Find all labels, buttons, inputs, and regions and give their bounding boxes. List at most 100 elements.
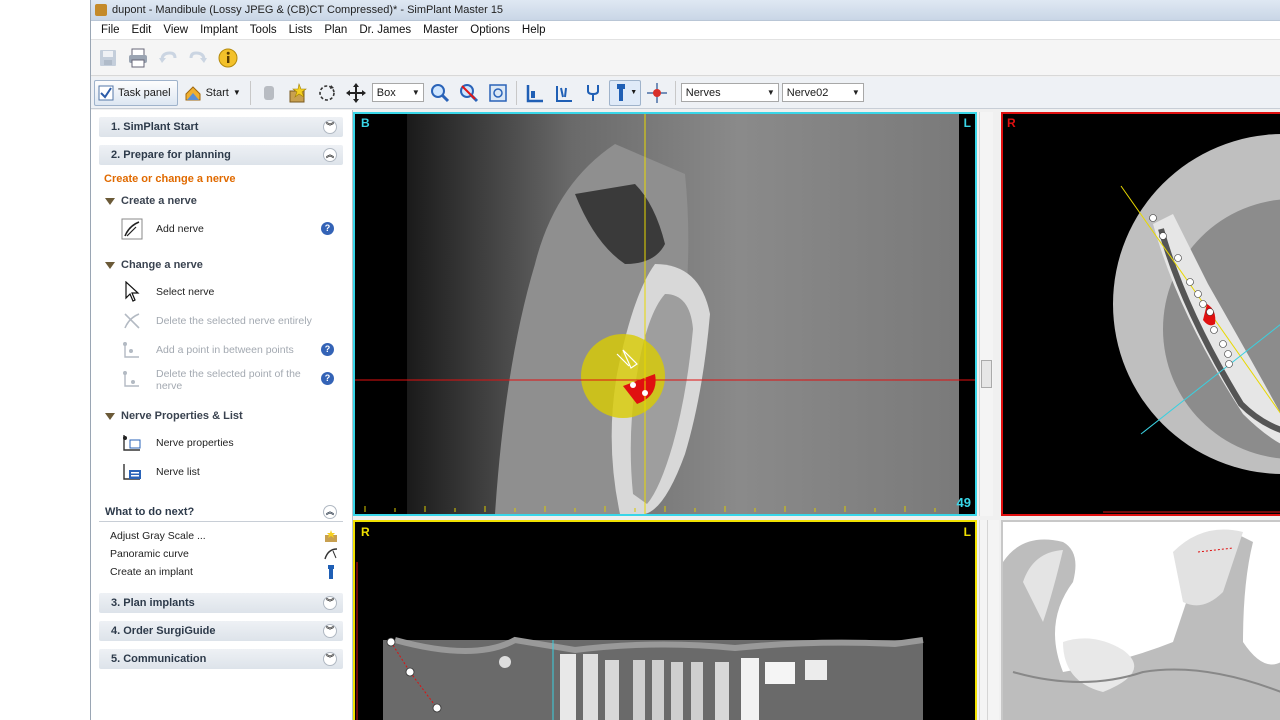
wizard-button[interactable] (285, 80, 311, 106)
cursor-arrow-icon (121, 281, 143, 303)
view-orientation-left: B (361, 116, 370, 130)
teeth-button[interactable] (551, 80, 577, 106)
axial-view[interactable]: R (1001, 112, 1280, 516)
next-item-label: Create an implant (110, 566, 193, 578)
section-title: 3. Plan implants (111, 597, 195, 609)
nerves-select-value: Nerves (685, 86, 721, 99)
window-title: dupont - Mandibule (Lossy JPEG & (CB)CT … (112, 4, 504, 16)
nerves-select[interactable]: Nerves ▼ (680, 83, 779, 102)
cross-section-view[interactable]: B L 49 (353, 112, 977, 516)
expand-triangle-icon (105, 261, 115, 269)
fork-icon (586, 84, 599, 101)
panoramic-view[interactable]: R L (353, 520, 977, 720)
app-icon (95, 4, 107, 16)
crosshair-button[interactable] (644, 80, 670, 106)
select-nerve-task[interactable]: Select nerve (121, 281, 341, 303)
section-communication[interactable]: 5. Communication ︾ (99, 649, 343, 669)
scrollbar-thumb[interactable] (981, 360, 992, 388)
layout-icon (526, 84, 543, 102)
rotate-icon (318, 84, 335, 101)
save-icon (100, 49, 116, 66)
undo-button[interactable] (155, 45, 181, 71)
fit-view-button[interactable] (485, 80, 511, 106)
section-plan-implants[interactable]: 3. Plan implants ︾ (99, 593, 343, 613)
nerve-properties-task[interactable]: Nerve properties (121, 432, 341, 454)
help-icon[interactable]: ? (321, 372, 334, 385)
redo-button[interactable] (185, 45, 211, 71)
nerve-select[interactable]: Nerve02 ▼ (781, 83, 864, 102)
zoom-reset-button[interactable] (456, 80, 482, 106)
menu-edit[interactable]: Edit (126, 24, 158, 36)
menu-options[interactable]: Options (464, 24, 516, 36)
print-icon (129, 48, 147, 67)
what-next-header[interactable]: What to do next? ︽ (99, 502, 343, 522)
section-order-surgiguide[interactable]: 4. Order SurgiGuide ︾ (99, 621, 343, 641)
start-button[interactable]: Start ▼ (181, 80, 245, 106)
menu-dr-james[interactable]: Dr. James (353, 24, 417, 36)
menu-help[interactable]: Help (516, 24, 552, 36)
menu-tools[interactable]: Tools (244, 24, 283, 36)
delete-nerve-task[interactable]: Delete the selected nerve entirely (121, 310, 341, 332)
nerve-tool-button[interactable]: ▼ (608, 79, 641, 106)
cross-section-image (355, 114, 975, 514)
nerve-select-value: Nerve02 (786, 86, 829, 99)
menu-implant[interactable]: Implant (194, 24, 244, 36)
zoom-button[interactable] (427, 80, 453, 106)
next-create-implant[interactable]: Create an implant (110, 565, 338, 579)
expand-icon[interactable]: ︾ (323, 120, 337, 134)
view-orientation-left: R (1007, 116, 1016, 130)
add-nerve-task[interactable]: Add nerve (121, 218, 341, 240)
toolbar-separator (249, 80, 251, 105)
chevron-down-icon: ▼ (232, 88, 241, 97)
save-button[interactable] (95, 45, 121, 71)
start-icon (185, 85, 201, 100)
group-nerve-properties[interactable]: Nerve Properties & List (105, 410, 243, 422)
rotate-button[interactable] (314, 80, 340, 106)
expand-icon[interactable]: ︾ (323, 596, 337, 610)
menu-plan[interactable]: Plan (318, 24, 353, 36)
menu-file[interactable]: File (95, 24, 126, 36)
next-panoramic-curve[interactable]: Panoramic curve (110, 547, 338, 561)
expand-icon[interactable]: ︾ (323, 652, 337, 666)
active-task-title: Create or change a nerve (104, 173, 236, 185)
volume-render-button[interactable] (256, 80, 282, 106)
toolbar-separator (674, 80, 676, 105)
redo-icon (189, 50, 207, 63)
implant-icon (328, 565, 334, 579)
help-icon[interactable]: ? (321, 343, 334, 356)
collapse-icon[interactable]: ︽ (323, 505, 337, 519)
expand-icon[interactable]: ︾ (323, 624, 337, 638)
task-label: Select nerve (156, 286, 215, 298)
add-point-task[interactable]: Add a point in between points (121, 339, 341, 361)
menu-view[interactable]: View (157, 24, 194, 36)
implant-tool-button[interactable] (580, 80, 606, 106)
task-panel-toggle[interactable]: Task panel (94, 79, 178, 106)
group-title: Change a nerve (121, 259, 203, 271)
print-button[interactable] (125, 45, 151, 71)
section-prepare-planning[interactable]: 2. Prepare for planning ︽ (99, 145, 343, 165)
group-create-nerve[interactable]: Create a nerve (105, 195, 197, 207)
nerve-list-task[interactable]: Nerve list (121, 461, 341, 483)
toolbar-separator (515, 80, 517, 105)
3d-view[interactable] (1001, 520, 1280, 720)
nerve-properties-icon (121, 432, 143, 454)
add-nerve-icon (121, 218, 143, 240)
cross-section-scrollbar[interactable] (979, 112, 993, 516)
layout-button[interactable] (522, 80, 548, 106)
chevron-down-icon: ▼ (851, 88, 860, 97)
pan-button[interactable] (343, 80, 369, 106)
menu-master[interactable]: Master (417, 24, 464, 36)
chevron-down-icon: ▼ (411, 88, 420, 97)
next-adjust-gray-scale[interactable]: Adjust Gray Scale ... (110, 529, 338, 543)
delete-point-task[interactable]: Delete the selected point of the nerve (121, 368, 341, 392)
menu-lists[interactable]: Lists (283, 24, 319, 36)
info-button[interactable] (215, 45, 241, 71)
mode-select[interactable]: Box ▼ (371, 83, 424, 102)
3d-scrollbar[interactable] (987, 520, 999, 720)
collapse-icon[interactable]: ︽ (323, 148, 337, 162)
task-label: Add nerve (156, 223, 204, 235)
section-title: 4. Order SurgiGuide (111, 625, 216, 637)
group-change-nerve[interactable]: Change a nerve (105, 259, 203, 271)
help-icon[interactable]: ? (321, 222, 334, 235)
section-simplant-start[interactable]: 1. SimPlant Start ︾ (99, 117, 343, 137)
